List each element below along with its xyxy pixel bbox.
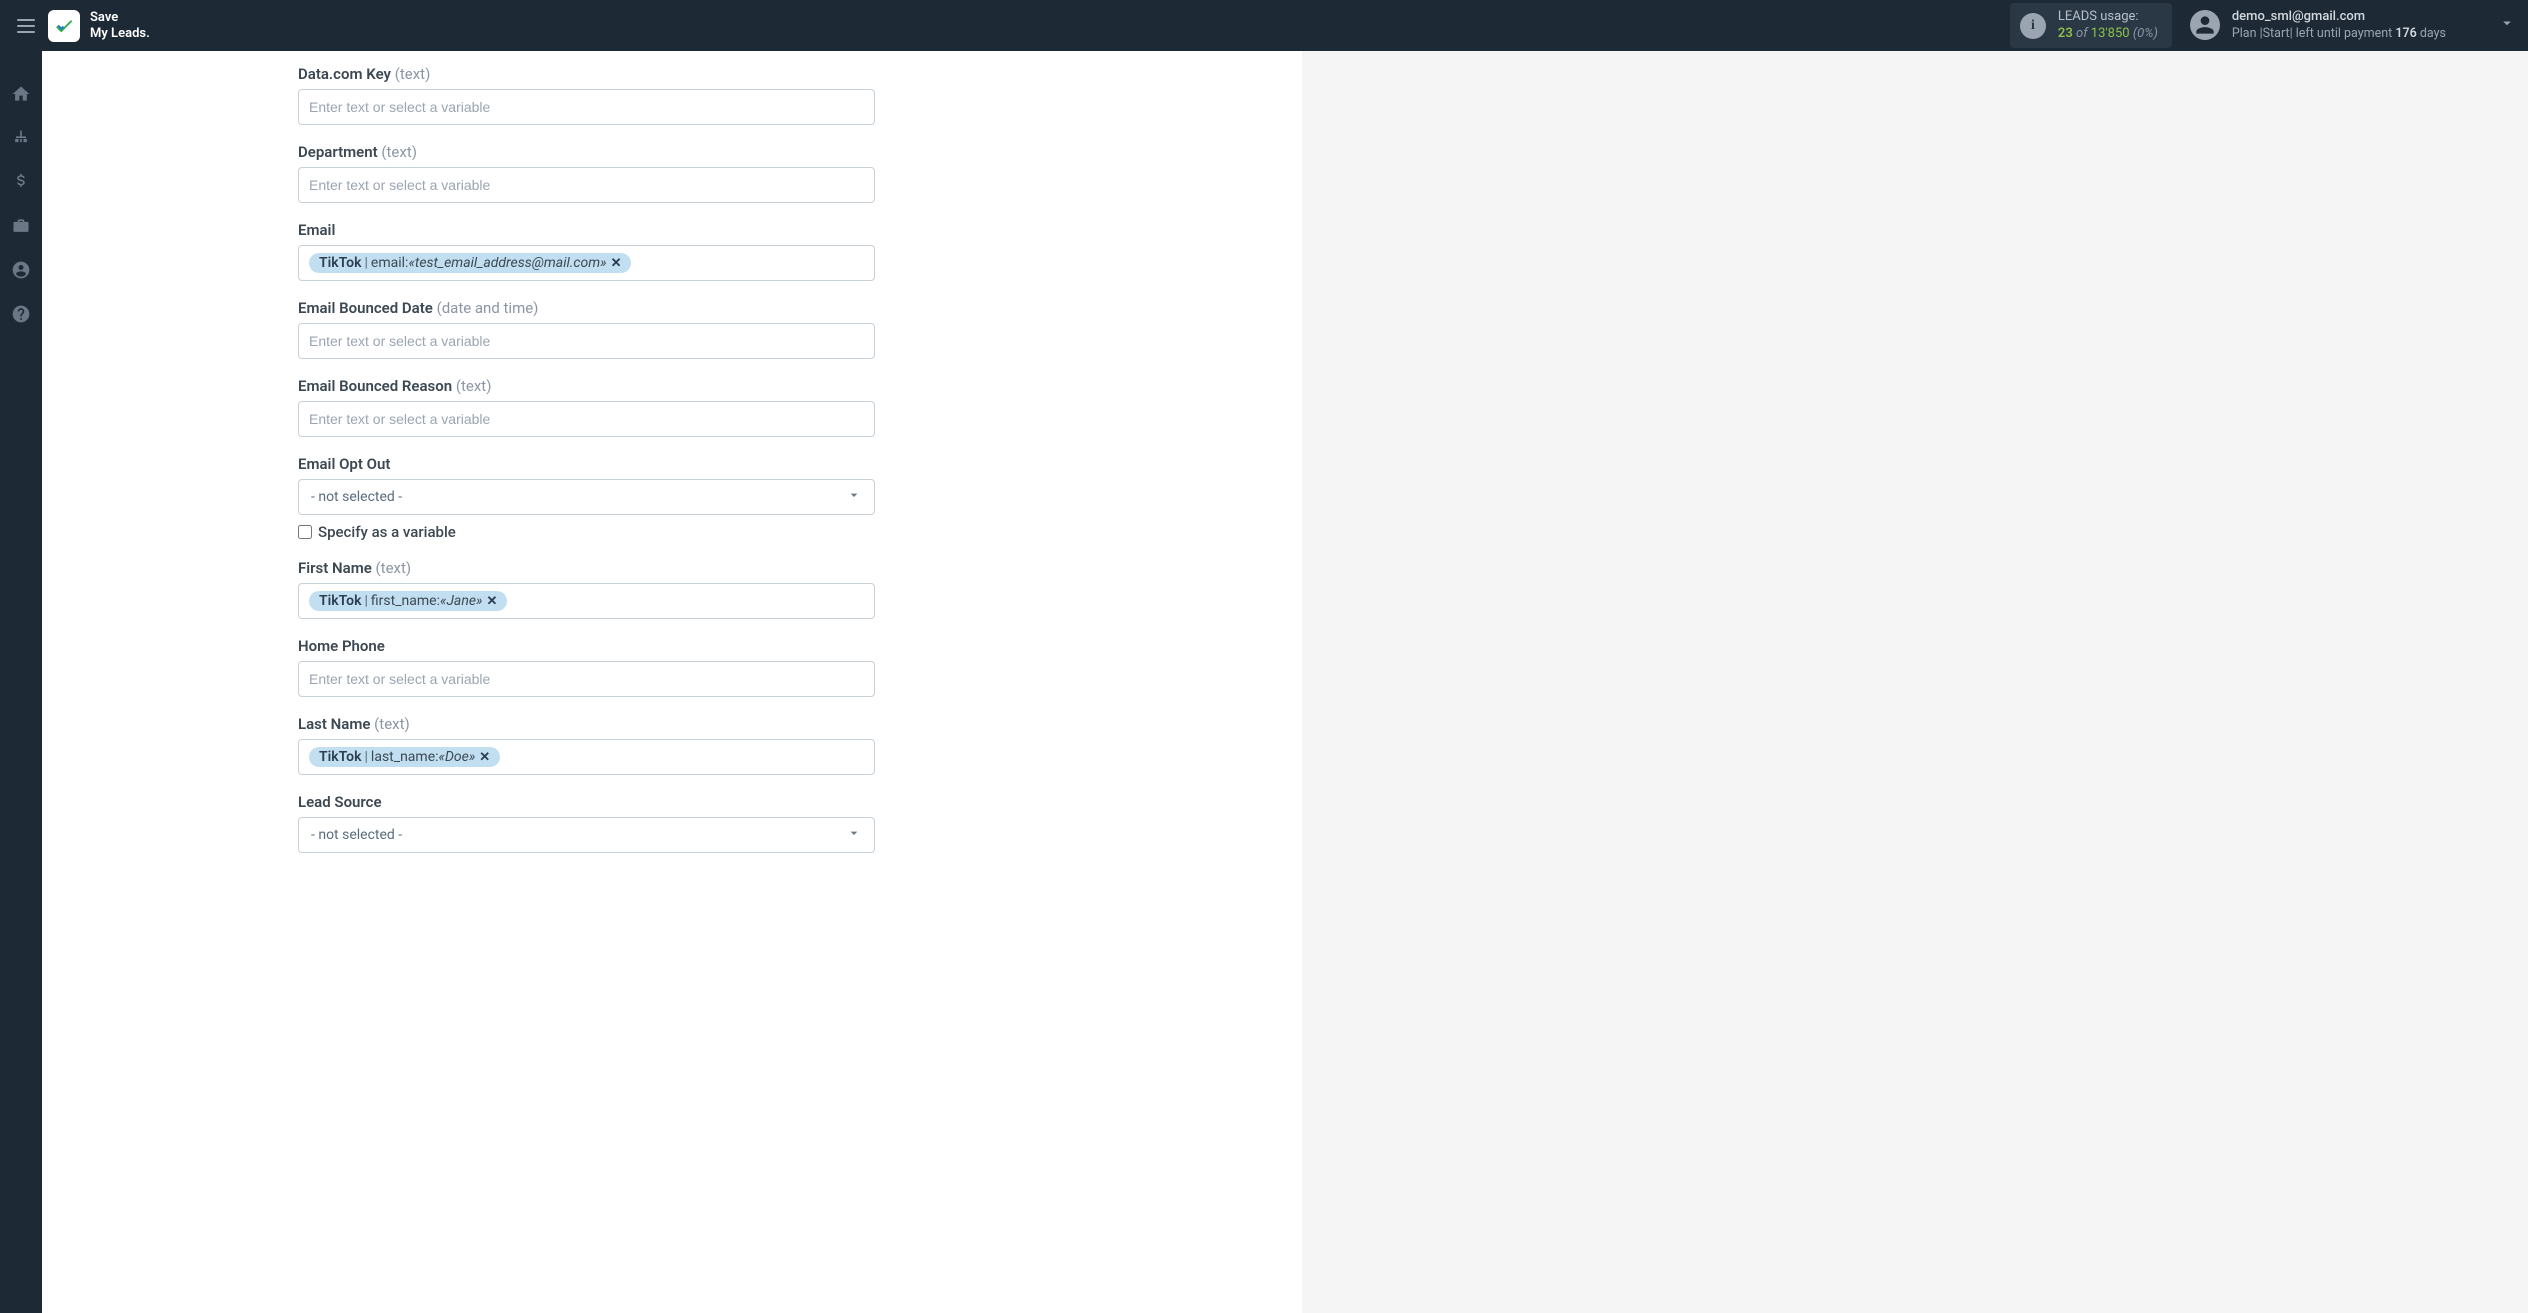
first-name-input[interactable]: TikTok | first_name: «Jane» ✕ <box>298 583 875 619</box>
avatar-icon <box>2190 10 2220 40</box>
field-department: Department (text) <box>298 143 1302 203</box>
field-home-phone: Home Phone <box>298 637 1302 697</box>
sidebar <box>0 51 42 1313</box>
chevron-down-icon[interactable] <box>2498 14 2516 36</box>
hamburger-icon <box>17 19 35 33</box>
email-tag: TikTok | email: «test_email_address@mail… <box>309 253 631 273</box>
home-phone-input[interactable] <box>298 661 875 697</box>
field-first-name: First Name (text) TikTok | first_name: «… <box>298 559 1302 619</box>
lead-source-select[interactable]: - not selected - <box>298 817 875 853</box>
help-icon[interactable] <box>10 303 32 325</box>
form-panel: Data.com Key (text) Department (text) Em… <box>42 51 1302 1313</box>
sitemap-icon[interactable] <box>10 127 32 149</box>
datacom-key-input[interactable] <box>298 89 875 125</box>
user-circle-icon[interactable] <box>10 259 32 281</box>
user-menu[interactable]: demo_sml@gmail.com Plan |Start| left unt… <box>2190 9 2516 42</box>
info-icon: i <box>2020 13 2046 39</box>
briefcase-icon[interactable] <box>10 215 32 237</box>
usage-indicator[interactable]: i LEADS usage: 23 of 13'850 (0%) <box>2010 3 2172 49</box>
last-name-tag: TikTok | last_name: «Doe» ✕ <box>309 747 500 767</box>
user-info: demo_sml@gmail.com Plan |Start| left unt… <box>2232 9 2446 42</box>
brand-text: Save My Leads. <box>90 10 150 41</box>
field-email: Email TikTok | email: «test_email_addres… <box>298 221 1302 281</box>
field-email-bounced-reason: Email Bounced Reason (text) <box>298 377 1302 437</box>
remove-tag-icon[interactable]: ✕ <box>611 256 622 271</box>
first-name-tag: TikTok | first_name: «Jane» ✕ <box>309 591 507 611</box>
chevron-down-icon <box>846 487 862 507</box>
checkmark-icon <box>53 15 75 37</box>
bounced-reason-input[interactable] <box>298 401 875 437</box>
field-last-name: Last Name (text) TikTok | last_name: «Do… <box>298 715 1302 775</box>
opt-out-select[interactable]: - not selected - <box>298 479 875 515</box>
specify-variable-checkbox[interactable]: Specify as a variable <box>298 523 1302 541</box>
chevron-down-icon <box>846 825 862 845</box>
logo[interactable] <box>48 10 80 42</box>
bounced-date-input[interactable] <box>298 323 875 359</box>
menu-toggle-button[interactable] <box>12 12 40 40</box>
home-icon[interactable] <box>10 83 32 105</box>
topbar: Save My Leads. i LEADS usage: 23 of 13'8… <box>0 0 2528 51</box>
field-datacom-key: Data.com Key (text) <box>298 65 1302 125</box>
department-input[interactable] <box>298 167 875 203</box>
field-email-bounced-date: Email Bounced Date (date and time) <box>298 299 1302 359</box>
remove-tag-icon[interactable]: ✕ <box>479 750 490 765</box>
dollar-icon[interactable] <box>10 171 32 193</box>
email-input[interactable]: TikTok | email: «test_email_address@mail… <box>298 245 875 281</box>
usage-text: LEADS usage: 23 of 13'850 (0%) <box>2058 9 2158 43</box>
last-name-input[interactable]: TikTok | last_name: «Doe» ✕ <box>298 739 875 775</box>
field-lead-source: Lead Source - not selected - <box>298 793 1302 853</box>
field-email-opt-out: Email Opt Out - not selected - Specify a… <box>298 455 1302 541</box>
remove-tag-icon[interactable]: ✕ <box>486 594 497 609</box>
